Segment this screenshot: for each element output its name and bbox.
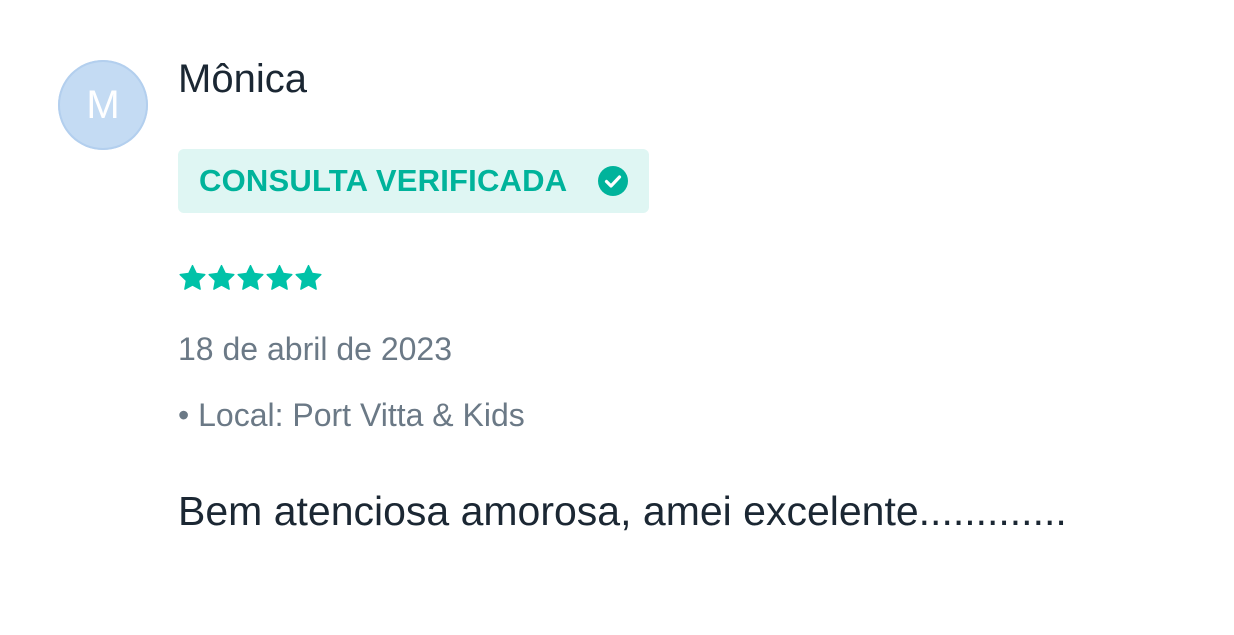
star-rating: [178, 263, 323, 293]
avatar: M: [58, 60, 148, 150]
star-icon: [237, 264, 264, 290]
star-icon: [266, 264, 293, 290]
star-icon: [208, 264, 235, 290]
check-circle-icon: [598, 166, 629, 196]
star-icon: [179, 264, 206, 290]
reviewer-name: Mônica: [178, 57, 307, 101]
verified-badge-label: CONSULTA VERIFICADA: [199, 163, 568, 198]
avatar-initial: M: [86, 82, 120, 127]
verified-badge: CONSULTA VERIFICADA: [178, 149, 650, 213]
review-text: Bem atenciosa amorosa, amei excelente...…: [178, 488, 1067, 534]
star-icon: [295, 264, 322, 290]
review-location: • Local: Port Vitta & Kids: [178, 397, 525, 433]
review-date: 18 de abril de 2023: [178, 331, 452, 367]
